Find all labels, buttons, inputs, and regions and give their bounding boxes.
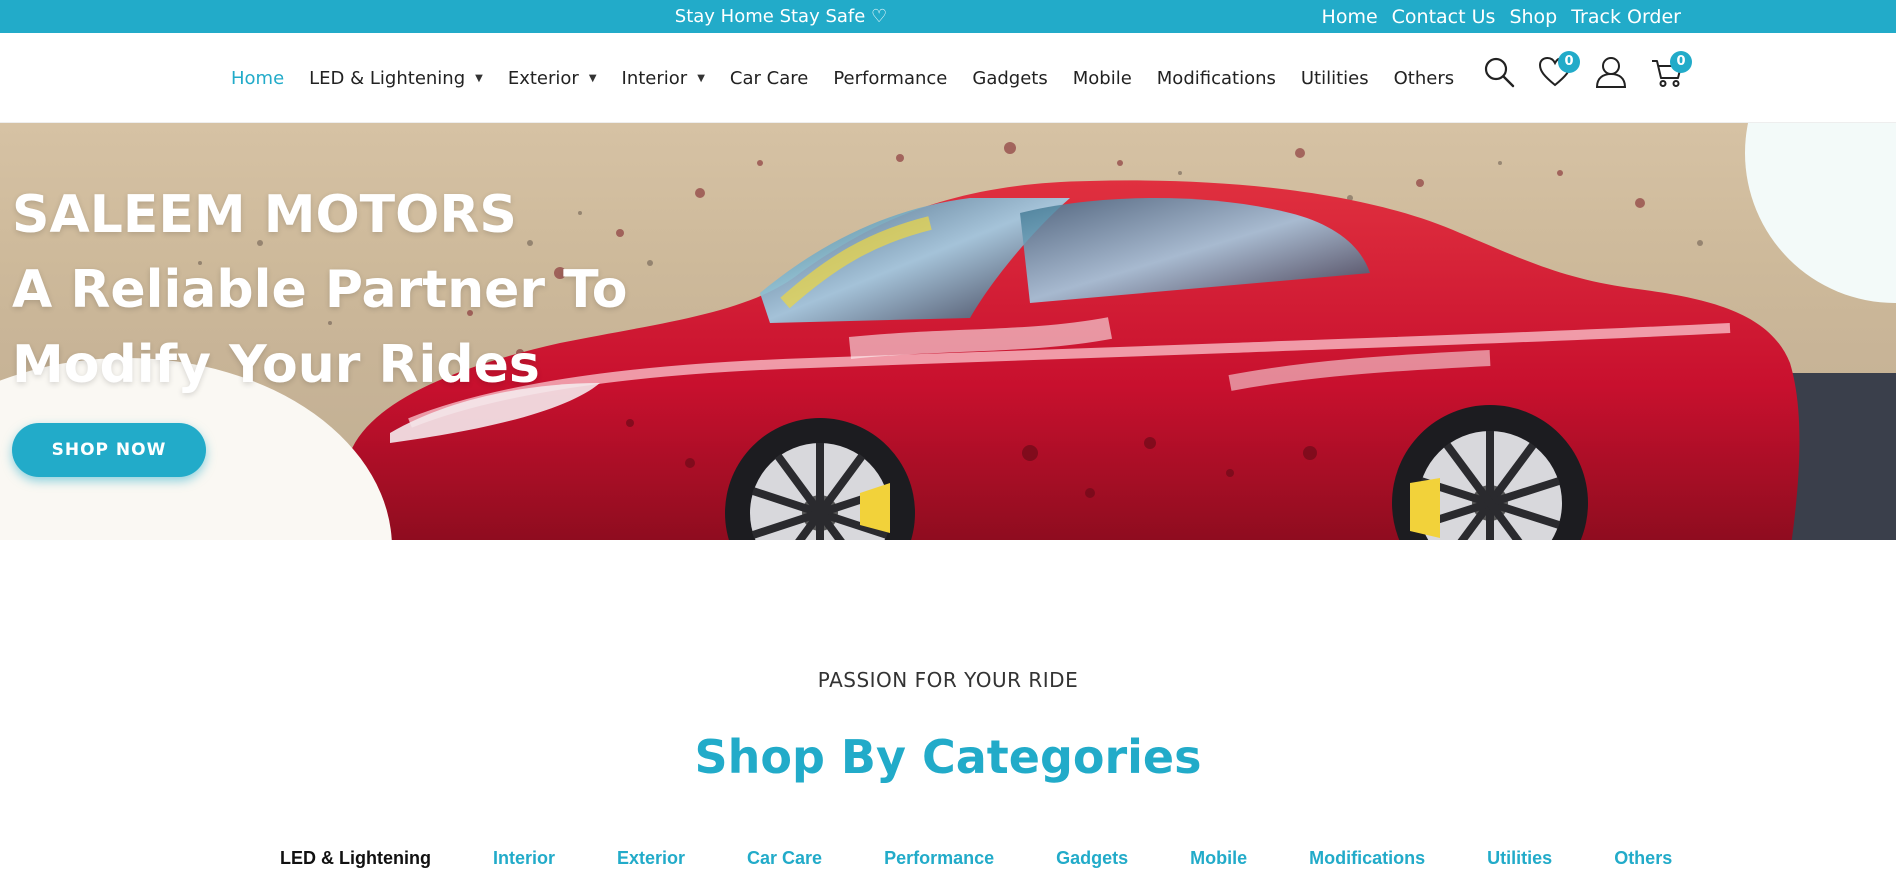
nav-item-label: Performance [833, 67, 948, 89]
main-header: Home LED & Lightening ▼ Exterior ▼ Interior ▼ C… [0, 33, 1896, 123]
nav-item-modifications[interactable]: Modifications [1157, 68, 1276, 89]
top-link-shop[interactable]: Shop [1509, 6, 1557, 28]
heart-icon[interactable]: 0 [1538, 51, 1580, 91]
nav-item-label: Mobile [1072, 67, 1132, 89]
nav-item-others[interactable]: Others [1394, 68, 1455, 89]
cart-icon[interactable]: 0 [1650, 51, 1692, 91]
nav-item-label: Others [1393, 67, 1455, 89]
caret-down-icon: ▼ [588, 72, 597, 84]
category-tab-performance[interactable]: Performance [884, 848, 994, 869]
user-icon[interactable] [1594, 55, 1628, 91]
category-tab-utilities[interactable]: Utilities [1487, 848, 1552, 869]
shop-now-button[interactable]: SHOP NOW [12, 423, 206, 477]
nav-item-label: Modifications [1156, 67, 1276, 89]
category-tab-gadgets[interactable]: Gadgets [1056, 848, 1128, 869]
category-tabs: LED & Lightening Interior Exterior Car Care… [280, 848, 1734, 869]
main-nav: Home LED & Lightening ▼ Exterior ▼ Interior ▼ C… [231, 33, 1479, 123]
header-icons: 0 0 [1482, 51, 1692, 91]
section-subheading: PASSION FOR YOUR RIDE [817, 668, 1079, 692]
category-tab-mobile[interactable]: Mobile [1190, 848, 1247, 869]
hero-line-tagline-1: A Reliable Partner To [12, 260, 628, 320]
nav-item-label: Home [231, 67, 285, 89]
nav-item-performance[interactable]: Performance [833, 68, 947, 89]
hero-banner: SALEEM MOTORS A Reliable Partner To Modi… [0, 123, 1896, 540]
nav-item-home[interactable]: Home [231, 68, 284, 89]
nav-item-car-care[interactable]: Car Care [730, 68, 808, 89]
hero-line-tagline-2: Modify Your Rides [12, 335, 540, 395]
top-link-home[interactable]: Home [1322, 6, 1378, 28]
nav-item-label: LED & Lightening [309, 67, 466, 89]
caret-down-icon: ▼ [475, 72, 483, 84]
nav-item-label: Interior [621, 67, 688, 89]
caret-down-icon: ▼ [697, 72, 705, 84]
hero-heading: SALEEM MOTORS A Reliable Partner To Modi… [12, 178, 627, 403]
nav-item-mobile[interactable]: Mobile [1073, 68, 1132, 89]
category-tab-others[interactable]: Others [1614, 848, 1672, 869]
hero-line-brand: SALEEM MOTORS [12, 185, 517, 245]
nav-item-exterior[interactable]: Exterior ▼ [508, 68, 597, 89]
top-links: Home Contact Us Shop Track Order [1322, 0, 1681, 33]
nav-item-label: Exterior [507, 67, 579, 89]
category-tab-modifications[interactable]: Modifications [1309, 848, 1425, 869]
category-tab-exterior[interactable]: Exterior [617, 848, 685, 869]
search-icon[interactable] [1482, 55, 1516, 91]
nav-item-label: Utilities [1300, 67, 1369, 89]
cart-count-badge: 0 [1670, 51, 1692, 73]
nav-item-label: Car Care [729, 67, 809, 89]
top-link-track-order[interactable]: Track Order [1571, 6, 1681, 28]
section-title: Shop By Categories [694, 730, 1202, 784]
category-tab-led-lightening[interactable]: LED & Lightening [280, 848, 431, 869]
top-bar: Stay Home Stay Safe ♡ Home Contact Us Sh… [0, 0, 1896, 33]
nav-item-utilities[interactable]: Utilities [1301, 68, 1369, 89]
nav-item-label: Gadgets [972, 67, 1048, 89]
category-tab-interior[interactable]: Interior [493, 848, 555, 869]
nav-item-interior[interactable]: Interior ▼ [622, 68, 705, 89]
top-link-contact-us[interactable]: Contact Us [1392, 6, 1496, 28]
category-tab-car-care[interactable]: Car Care [747, 848, 822, 869]
wishlist-count-badge: 0 [1558, 51, 1580, 73]
nav-item-led-lightening[interactable]: LED & Lightening ▼ [309, 68, 483, 89]
nav-item-gadgets[interactable]: Gadgets [972, 68, 1047, 89]
